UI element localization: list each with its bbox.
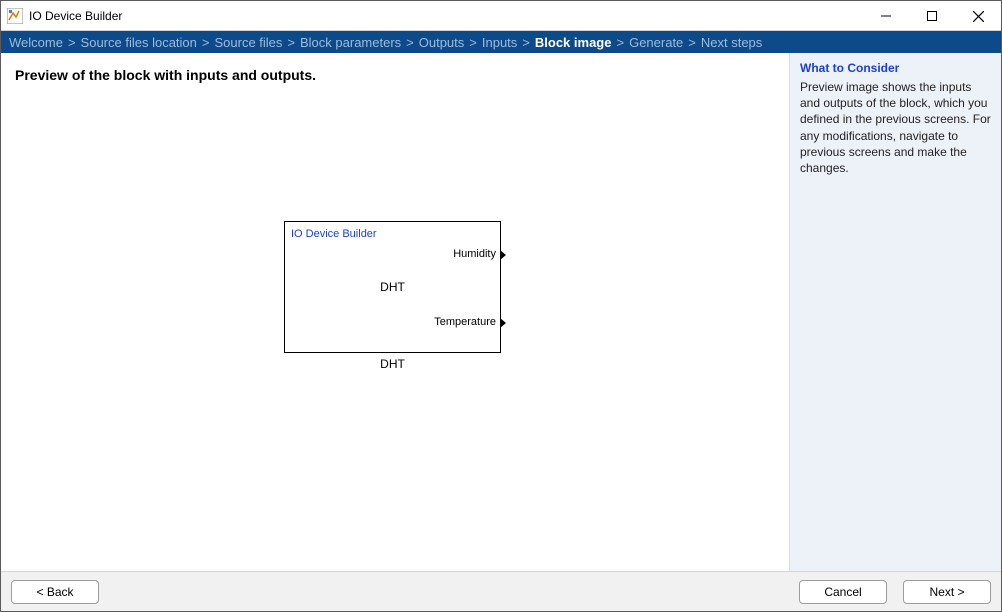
sidebar-text: Preview image shows the inputs and outpu… [800,79,991,176]
block-port-label: Humidity [453,248,496,260]
app-window: IO Device Builder Welcome > Source files… [0,0,1002,612]
chevron-right-icon: > [282,35,300,50]
back-button[interactable]: < Back [11,580,99,604]
crumb-inputs[interactable]: Inputs [482,35,517,50]
breadcrumb: Welcome > Source files location > Source… [1,31,1001,53]
crumb-block-image[interactable]: Block image [535,35,612,50]
block-port-label: Temperature [434,316,496,328]
window-controls [863,1,1001,30]
crumb-generate[interactable]: Generate [629,35,683,50]
maximize-button[interactable] [909,1,955,31]
block-preview: IO Device Builder DHT Humidity Temperatu… [284,221,501,371]
cancel-button[interactable]: Cancel [799,580,887,604]
titlebar: IO Device Builder [1,1,1001,31]
chevron-right-icon: > [611,35,629,50]
close-button[interactable] [955,1,1001,31]
content-body: Preview of the block with inputs and out… [1,53,1001,571]
block-center-text: DHT [380,280,405,294]
crumb-next-steps[interactable]: Next steps [701,35,762,50]
chevron-right-icon: > [401,35,419,50]
minimize-button[interactable] [863,1,909,31]
page-heading: Preview of the block with inputs and out… [15,67,775,83]
chevron-right-icon: > [197,35,215,50]
main-panel: Preview of the block with inputs and out… [1,53,789,571]
output-port-icon [500,318,506,328]
chevron-right-icon: > [63,35,81,50]
crumb-block-parameters[interactable]: Block parameters [300,35,401,50]
crumb-source-files-location[interactable]: Source files location [81,35,197,50]
window-title: IO Device Builder [29,9,863,23]
footer-bar: < Back Cancel Next > [1,571,1001,611]
block-title: IO Device Builder [291,228,377,240]
chevron-right-icon: > [517,35,535,50]
crumb-outputs[interactable]: Outputs [419,35,465,50]
next-button[interactable]: Next > [903,580,991,604]
output-port-icon [500,250,506,260]
block-box: IO Device Builder DHT Humidity Temperatu… [284,221,501,353]
sidebar-panel: What to Consider Preview image shows the… [789,53,1001,571]
sidebar-title: What to Consider [800,61,991,75]
chevron-right-icon: > [683,35,701,50]
block-caption: DHT [284,357,501,371]
crumb-source-files[interactable]: Source files [214,35,282,50]
chevron-right-icon: > [464,35,482,50]
crumb-welcome[interactable]: Welcome [9,35,63,50]
app-icon [7,8,23,24]
